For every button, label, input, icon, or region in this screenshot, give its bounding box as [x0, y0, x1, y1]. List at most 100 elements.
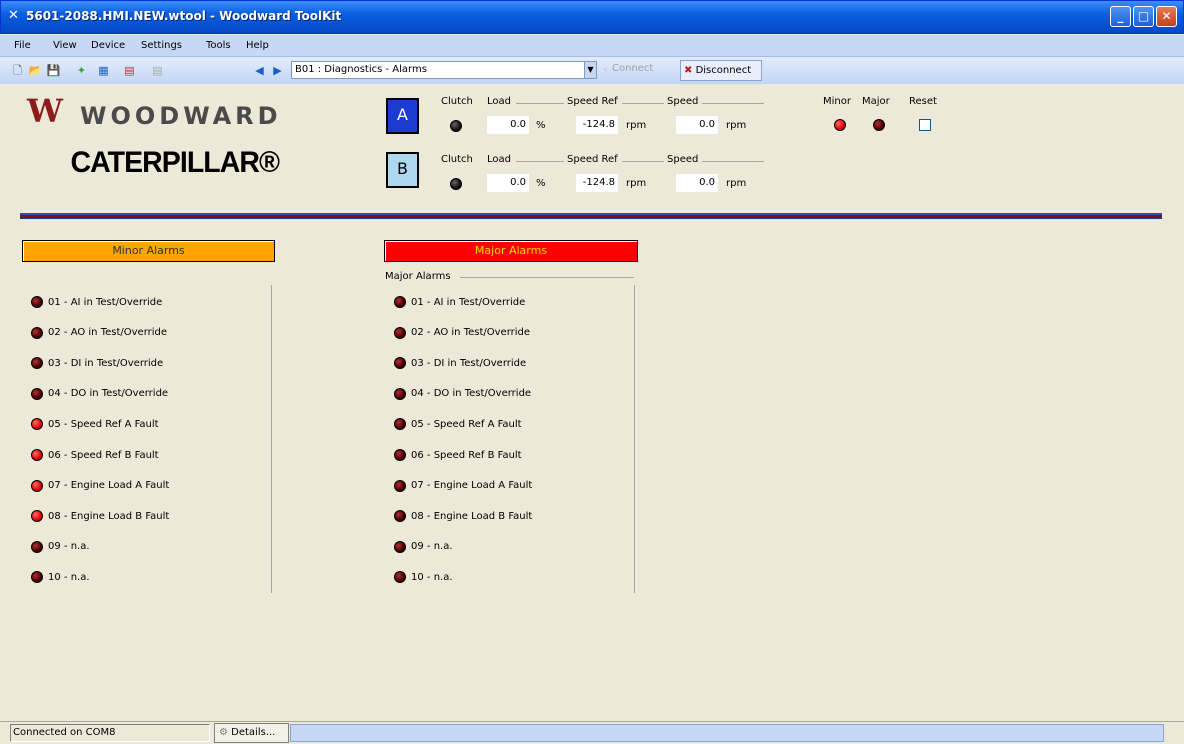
window-title: 5601-2088.HMI.NEW.wtool - Woodward ToolK…: [26, 9, 342, 23]
menu-help[interactable]: Help: [246, 40, 269, 51]
major-alarm-indicator: [394, 479, 406, 492]
minor-alarm-indicator: [31, 296, 43, 308]
details-label: Details...: [231, 727, 276, 738]
major-alarm-row: 03 - DI in Test/Override: [394, 356, 526, 370]
page-view-icon[interactable]: ▦: [96, 63, 111, 78]
major-alarm-row: 06 - Speed Ref B Fault: [394, 448, 522, 462]
major-alarm-indicator: [394, 326, 406, 339]
major-alarm-indicator: [394, 418, 406, 431]
disconnect-button[interactable]: ✖ Disconnect: [680, 60, 762, 81]
major-alarm-indicator: [394, 357, 406, 370]
major-alarm-label: 06 - Speed Ref B Fault: [411, 449, 522, 461]
major-alarm-label: 08 - Engine Load B Fault: [411, 510, 533, 522]
minor-alarm-row: 07 - Engine Load A Fault: [31, 479, 169, 493]
divider-bar: [20, 213, 1162, 219]
speedref-b-value: -124.8: [576, 174, 618, 192]
details-icon: ⚙: [219, 727, 228, 738]
connect-button[interactable]: Connect: [612, 63, 653, 74]
calendar-icon[interactable]: ▤: [122, 63, 137, 78]
major-alarm-row: 08 - Engine Load B Fault: [394, 509, 532, 523]
menu-device[interactable]: Device: [91, 40, 125, 51]
minor-alarm-indicator: [31, 571, 43, 584]
speedref-a-unit: rpm: [626, 120, 647, 131]
minor-alarm-label: 10 - n.a.: [48, 571, 90, 583]
details-button[interactable]: ⚙ Details...: [214, 723, 289, 743]
chevron-down-icon[interactable]: ▼: [584, 62, 596, 78]
minor-alarm-row: 05 - Speed Ref A Fault: [31, 417, 159, 431]
page-select[interactable]: B01 : Diagnostics - Alarms: [291, 61, 597, 79]
new-file-icon[interactable]: 🗋: [10, 63, 25, 78]
minor-alarm-row: 09 - n.a.: [31, 540, 90, 554]
major-alarm-label: 01 - AI in Test/Override: [411, 296, 526, 308]
minor-alarm-label: 05 - Speed Ref A Fault: [48, 418, 159, 430]
minor-summary-indicator: [834, 119, 846, 131]
major-alarms-group-line: [460, 277, 634, 278]
back-arrow-icon[interactable]: ◀: [252, 63, 267, 78]
close-button[interactable]: ✕: [1156, 6, 1177, 27]
minor-alarm-label: 07 - Engine Load A Fault: [48, 480, 170, 492]
load-a-label: Load: [487, 96, 511, 107]
speedref-b-label: Speed Ref: [567, 154, 618, 165]
minor-alarms-separator: [271, 285, 272, 593]
load-a-value: 0.0: [487, 116, 529, 134]
major-alarm-indicator: [394, 571, 406, 584]
connect-icon: ⚡: [601, 64, 610, 77]
speedref-b-line: [622, 161, 664, 162]
minimize-button[interactable]: _: [1110, 6, 1131, 27]
speed-a-value: 0.0: [676, 116, 718, 134]
speed-b-label: Speed: [667, 154, 699, 165]
engine-a-button[interactable]: A: [386, 98, 419, 134]
clutch-a-label: Clutch: [441, 96, 473, 107]
caterpillar-logo: CATERPILLAR®: [70, 146, 280, 179]
menu-file[interactable]: File: [14, 40, 31, 51]
load-b-value: 0.0: [487, 174, 529, 192]
minor-alarm-row: 04 - DO in Test/Override: [31, 387, 168, 401]
major-alarms-header[interactable]: Major Alarms: [384, 240, 638, 262]
minor-summary-label: Minor: [823, 96, 851, 107]
load-a-unit: %: [536, 120, 546, 131]
major-alarm-indicator: [394, 510, 406, 523]
disconnect-label: Disconnect: [695, 65, 752, 76]
major-summary-label: Major: [862, 96, 890, 107]
minor-alarm-indicator: [31, 540, 43, 553]
major-alarm-label: 04 - DO in Test/Override: [411, 388, 532, 400]
major-alarm-row: 07 - Engine Load A Fault: [394, 479, 532, 493]
menu-settings[interactable]: Settings: [141, 40, 182, 51]
minor-alarm-row: 06 - Speed Ref B Fault: [31, 448, 159, 462]
major-alarm-indicator: [394, 449, 406, 461]
woodward-logo: WOODWARD: [80, 102, 282, 130]
menu-view[interactable]: View: [53, 40, 77, 51]
woodward-logo-mark: W: [27, 92, 63, 130]
minor-alarms-header[interactable]: Minor Alarms: [22, 240, 275, 262]
minor-alarm-label: 08 - Engine Load B Fault: [48, 510, 170, 522]
major-alarm-indicator: [394, 540, 406, 553]
minor-alarm-indicator: [31, 387, 43, 400]
major-alarm-label: 05 - Speed Ref A Fault: [411, 418, 522, 430]
major-alarm-label: 03 - DI in Test/Override: [411, 357, 527, 369]
major-alarms-separator: [634, 285, 635, 593]
minor-alarm-indicator: [31, 326, 43, 339]
minor-alarm-row: 10 - n.a.: [31, 570, 90, 584]
major-alarm-label: 02 - AO in Test/Override: [411, 327, 531, 339]
forward-arrow-icon[interactable]: ▶: [270, 63, 285, 78]
major-alarm-row: 05 - Speed Ref A Fault: [394, 417, 522, 431]
save-icon[interactable]: 💾: [46, 63, 61, 78]
major-alarm-row: 02 - AO in Test/Override: [394, 326, 530, 340]
speed-b-unit: rpm: [726, 178, 747, 189]
load-a-line: [516, 103, 564, 104]
major-alarm-label: 07 - Engine Load A Fault: [411, 480, 533, 492]
plugin-icon[interactable]: ✦: [74, 63, 89, 78]
speed-b-value: 0.0: [676, 174, 718, 192]
open-folder-icon[interactable]: 📂: [28, 63, 43, 78]
engine-b-button[interactable]: B: [386, 152, 419, 188]
calendar-disabled-icon[interactable]: ▤: [150, 63, 165, 78]
reset-checkbox[interactable]: [919, 119, 931, 131]
major-alarm-indicator: [394, 296, 406, 308]
menu-tools[interactable]: Tools: [206, 40, 231, 51]
minor-alarm-row: 02 - AO in Test/Override: [31, 326, 167, 340]
major-alarm-row: 04 - DO in Test/Override: [394, 387, 531, 401]
minor-alarm-label: 02 - AO in Test/Override: [48, 327, 168, 339]
speedref-a-line: [622, 103, 664, 104]
maximize-button[interactable]: □: [1133, 6, 1154, 27]
minor-alarm-row: 08 - Engine Load B Fault: [31, 509, 169, 523]
